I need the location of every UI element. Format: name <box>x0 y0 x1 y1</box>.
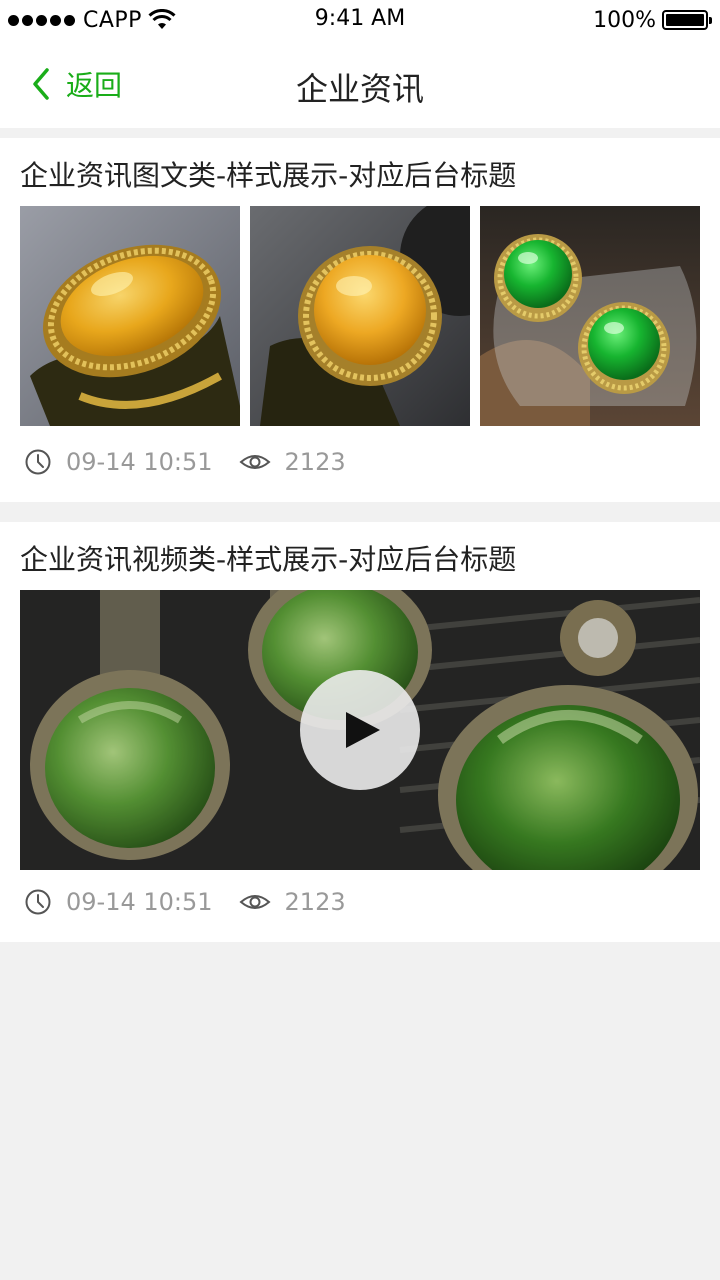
clock-icon <box>25 889 51 915</box>
play-icon <box>346 712 380 748</box>
eye-icon <box>238 455 271 469</box>
article-thumbnail[interactable] <box>250 206 470 426</box>
article-date: 09-14 10:51 <box>66 888 213 916</box>
article-meta: 09-14 10:51 2123 <box>24 888 346 916</box>
article-card-video[interactable]: 企业资讯视频类-样式展示-对应后台标题 09-14 10:51 2123 <box>0 522 720 942</box>
nav-bar: 返回 企业资讯 <box>0 40 720 128</box>
status-bar: CAPP 9:41 AM 100% <box>0 0 720 40</box>
eye-icon <box>238 895 271 909</box>
clock-icon <box>25 449 51 475</box>
article-title[interactable]: 企业资讯视频类-样式展示-对应后台标题 <box>20 538 516 578</box>
article-views: 2123 <box>284 888 346 916</box>
article-title[interactable]: 企业资讯图文类-样式展示-对应后台标题 <box>20 154 516 194</box>
battery-icon <box>662 10 712 30</box>
article-views: 2123 <box>284 448 346 476</box>
article-thumbnail[interactable] <box>480 206 700 426</box>
article-thumbnail[interactable] <box>20 206 240 426</box>
play-button[interactable] <box>300 670 420 790</box>
battery-percent: 100% <box>593 7 656 33</box>
page-title: 企业资讯 <box>295 70 424 108</box>
article-thumbnails <box>20 206 700 426</box>
status-right: 100% <box>593 6 712 34</box>
video-player[interactable] <box>20 590 700 870</box>
article-card-image[interactable]: 企业资讯图文类-样式展示-对应后台标题 09-14 10:51 2123 <box>0 138 720 502</box>
article-date: 09-14 10:51 <box>66 448 213 476</box>
article-meta: 09-14 10:51 2123 <box>24 448 346 476</box>
